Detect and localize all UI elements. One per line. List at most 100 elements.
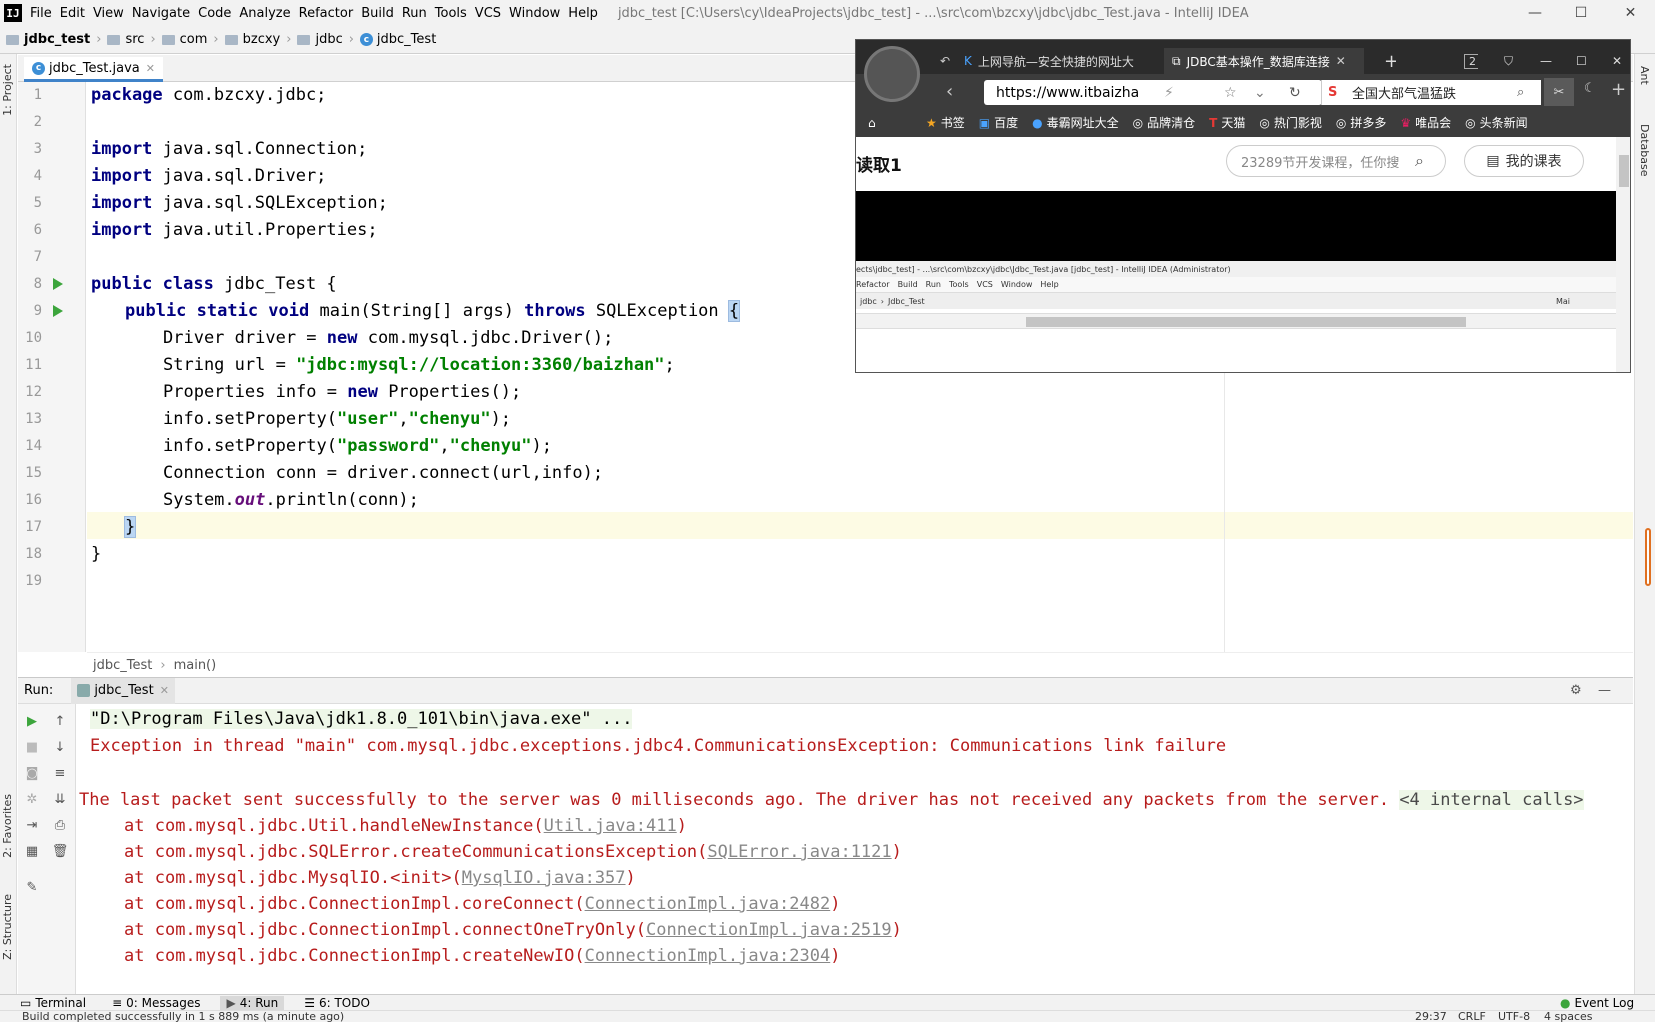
menu-window[interactable]: Window bbox=[509, 6, 568, 21]
scroll-thumb[interactable] bbox=[1026, 317, 1466, 327]
browser-maximize-icon[interactable]: ☐ bbox=[1568, 48, 1590, 74]
restore-layout-icon[interactable]: ⇥ bbox=[22, 816, 42, 834]
editor-crumb-class[interactable]: jdbc_Test bbox=[93, 658, 152, 673]
minimize-button[interactable]: — bbox=[1512, 0, 1558, 26]
up-arrow-icon[interactable]: ↑ bbox=[50, 712, 70, 730]
soft-wrap-icon[interactable]: ≡ bbox=[50, 764, 70, 782]
close-browser-tab-icon[interactable]: ✕ bbox=[1336, 54, 1346, 68]
settings-gear-icon[interactable]: ⚙ bbox=[1570, 683, 1582, 698]
lightning-icon[interactable]: ⚡ bbox=[1164, 85, 1174, 101]
close-tab-icon[interactable]: ✕ bbox=[146, 62, 155, 75]
browser-undo-icon[interactable]: ↶ bbox=[932, 48, 950, 74]
new-tab-icon[interactable]: + bbox=[1376, 48, 1396, 74]
stop-icon[interactable]: ■ bbox=[22, 738, 42, 756]
indent-setting[interactable]: 4 spaces bbox=[1544, 1011, 1593, 1022]
home-icon[interactable]: ⌂ bbox=[868, 116, 876, 130]
browser-search-box[interactable]: S 全国大部气温猛跌 ⌕ bbox=[1321, 80, 1541, 105]
browser-tab-2[interactable]: ⧉ JDBC基本操作_数据库连接 ✕ bbox=[1164, 48, 1364, 74]
print-icon[interactable]: ⎙ bbox=[50, 816, 70, 834]
file-encoding[interactable]: UTF-8 bbox=[1498, 1011, 1530, 1022]
database-panel-tab[interactable]: Database bbox=[1638, 124, 1651, 177]
run-main-gutter-icon[interactable] bbox=[53, 305, 63, 317]
console-output[interactable]: "D:\Program Files\Java\jdk1.8.0_101\bin\… bbox=[77, 704, 1633, 994]
bookmark-item[interactable]: T 天猫 bbox=[1209, 114, 1245, 131]
dropdown-chevron-icon[interactable]: ⌄ bbox=[1254, 85, 1266, 101]
menu-navigate[interactable]: Navigate bbox=[132, 6, 198, 21]
project-panel-tab[interactable]: 1: Project bbox=[1, 64, 14, 116]
breadcrumb-bzcxy[interactable]: bzcxy bbox=[224, 32, 280, 47]
stack-source-link[interactable]: SQLError.java:1121 bbox=[707, 842, 891, 862]
messages-tab[interactable]: ≡ 0: Messages bbox=[106, 996, 206, 1010]
bookmark-item[interactable]: ♛ 唯品会 bbox=[1400, 114, 1451, 131]
video-player[interactable] bbox=[856, 191, 1616, 261]
screenshot-scissors-icon[interactable]: ✂ bbox=[1544, 78, 1574, 106]
stack-source-link[interactable]: Util.java:411 bbox=[544, 816, 677, 836]
line-separator[interactable]: CRLF bbox=[1458, 1011, 1486, 1022]
menu-analyze[interactable]: Analyze bbox=[239, 6, 298, 21]
scroll-thumb[interactable] bbox=[1619, 155, 1629, 187]
browser-minimize-icon[interactable]: — bbox=[1532, 48, 1554, 74]
hide-panel-icon[interactable]: — bbox=[1598, 683, 1611, 698]
breadcrumb-class[interactable]: c jdbc_Test bbox=[359, 32, 436, 47]
close-window-button[interactable]: ✕ bbox=[1606, 0, 1655, 26]
menu-help[interactable]: Help bbox=[568, 6, 606, 21]
bookmark-item[interactable]: ◎ 热门影视 bbox=[1259, 114, 1322, 131]
run-tab-jdbc-test[interactable]: jdbc_Test ✕ bbox=[71, 677, 175, 704]
todo-tab[interactable]: ☰ 6: TODO bbox=[298, 996, 376, 1010]
favorites-panel-tab[interactable]: 2: Favorites bbox=[1, 794, 14, 858]
refresh-icon[interactable]: ↻ bbox=[1289, 85, 1301, 101]
event-log-tab[interactable]: ● Event Log bbox=[1554, 996, 1640, 1010]
bookmark-item[interactable]: ● 毒霸网址大全 bbox=[1032, 114, 1119, 131]
breadcrumb-jdbc[interactable]: jdbc bbox=[297, 32, 343, 47]
menu-build[interactable]: Build bbox=[361, 6, 402, 21]
night-mode-icon[interactable]: ☾ bbox=[1584, 81, 1596, 96]
breadcrumb-project[interactable]: jdbc_test bbox=[6, 32, 90, 47]
stack-source-link[interactable]: ConnectionImpl.java:2519 bbox=[646, 920, 892, 940]
bookmark-item[interactable]: ◎ 头条新闻 bbox=[1465, 114, 1528, 131]
search-icon[interactable]: ⌕ bbox=[1517, 85, 1524, 100]
vertical-scrollbar[interactable] bbox=[1616, 137, 1630, 372]
close-run-tab-icon[interactable]: ✕ bbox=[160, 684, 169, 697]
debug-icon[interactable]: ✲ bbox=[22, 790, 42, 808]
rerun-icon[interactable]: ▶ bbox=[22, 712, 42, 730]
caret-position[interactable]: 29:37 bbox=[1415, 1011, 1447, 1022]
dump-threads-icon[interactable]: ◙ bbox=[22, 764, 42, 782]
structure-panel-tab[interactable]: Z: Structure bbox=[1, 894, 14, 960]
horizontal-scrollbar[interactable] bbox=[856, 313, 1616, 329]
stack-source-link[interactable]: ConnectionImpl.java:2304 bbox=[585, 946, 831, 966]
terminal-tab[interactable]: ▭ Terminal bbox=[14, 996, 92, 1010]
menu-vcs[interactable]: VCS bbox=[475, 6, 509, 21]
run-bottom-tab[interactable]: ▶ 4: Run bbox=[220, 995, 285, 1010]
bookmark-item[interactable]: ▣ 百度 bbox=[979, 114, 1018, 131]
internal-calls-toggle[interactable]: <4 internal calls> bbox=[1399, 790, 1584, 810]
run-class-gutter-icon[interactable] bbox=[53, 278, 63, 290]
clear-all-icon[interactable]: 🗑 bbox=[50, 842, 70, 860]
breadcrumb-src[interactable]: src bbox=[107, 32, 144, 47]
add-icon[interactable]: + bbox=[1611, 79, 1626, 100]
tab-counter[interactable]: 2 bbox=[1456, 48, 1478, 74]
browser-close-icon[interactable]: ✕ bbox=[1604, 48, 1626, 74]
editor-tab-jdbc-test[interactable]: c jdbc_Test.java ✕ bbox=[24, 57, 163, 82]
menu-refactor[interactable]: Refactor bbox=[299, 6, 362, 21]
browser-shirt-icon[interactable]: ⛉ bbox=[1496, 48, 1518, 74]
bookmark-item[interactable]: ◎ 品牌清仓 bbox=[1133, 114, 1196, 131]
menu-code[interactable]: Code bbox=[198, 6, 239, 21]
breadcrumb-com[interactable]: com bbox=[161, 32, 207, 47]
menu-view[interactable]: View bbox=[93, 6, 132, 21]
pin-tab-icon[interactable]: ✎ bbox=[22, 878, 42, 896]
down-arrow-icon[interactable]: ↓ bbox=[50, 738, 70, 756]
favorite-star-icon[interactable]: ☆ bbox=[1224, 85, 1237, 101]
editor-crumb-method[interactable]: main() bbox=[174, 658, 217, 673]
scroll-to-end-icon[interactable]: ⇊ bbox=[50, 790, 70, 808]
menu-file[interactable]: File bbox=[30, 6, 60, 21]
menu-edit[interactable]: Edit bbox=[60, 6, 93, 21]
bookmark-item[interactable]: ◎ 拼多多 bbox=[1336, 114, 1387, 131]
menu-tools[interactable]: Tools bbox=[435, 6, 475, 21]
back-arrow-icon[interactable]: ‹ bbox=[946, 81, 953, 102]
my-courses-button[interactable]: ▤ 我的课表 bbox=[1464, 145, 1584, 177]
maximize-button[interactable]: ☐ bbox=[1558, 0, 1604, 26]
floating-scroll-indicator[interactable] bbox=[1645, 528, 1651, 586]
course-search-input[interactable]: 23289节开发课程，任你搜 ⌕ bbox=[1226, 145, 1446, 177]
search-icon[interactable]: ⌕ bbox=[1415, 151, 1424, 171]
menu-run[interactable]: Run bbox=[402, 6, 435, 21]
